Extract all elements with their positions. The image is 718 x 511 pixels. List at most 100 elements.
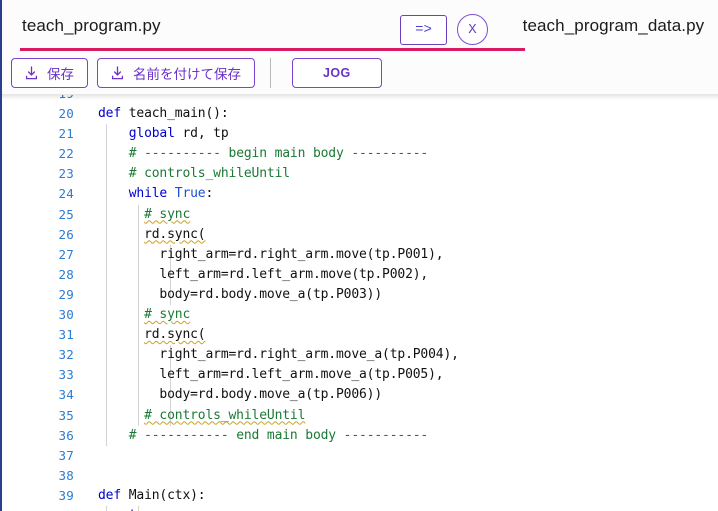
line-content: # controls_whileUntil: [98, 406, 305, 426]
line-number: 39: [58, 487, 74, 503]
code-line[interactable]: 21 global rd, tp: [2, 124, 718, 145]
code-token: while: [128, 186, 175, 202]
code-line[interactable]: 38: [2, 466, 718, 486]
line-number: 37: [58, 447, 74, 463]
code-line[interactable]: 32 right_arm=rd.right_arm.move_a(tp.P004…: [2, 345, 718, 366]
save-button[interactable]: 保存: [11, 57, 88, 88]
line-content: global rd, tp: [98, 124, 229, 144]
line-number: 22: [58, 146, 74, 162]
code-token: def: [98, 106, 129, 122]
code-token: right_arm=rd.right_arm.move_a(tp.P004),: [98, 347, 459, 363]
code-token: left_arm=rd.left_arm.move(tp.P002),: [98, 266, 429, 282]
code-editor-window: teach_program.py => X teach_program_data…: [0, 0, 718, 511]
code-token: body=rd.body.move_a(tp.P006)): [98, 387, 383, 403]
code-line[interactable]: 40 try:: [2, 505, 718, 511]
code-line[interactable]: 30 # sync: [2, 305, 718, 326]
code-token: # controls_whileUntil: [128, 166, 290, 182]
download-icon: [111, 65, 124, 80]
line-content: left_arm=rd.left_arm.move(tp.P002),: [98, 265, 428, 285]
code-token: True: [174, 186, 206, 202]
code-line[interactable]: 35 # controls_whileUntil: [2, 405, 718, 426]
line-number: 30: [58, 307, 74, 323]
code-line[interactable]: 24 while True:: [2, 184, 718, 205]
close-icon[interactable]: X: [457, 14, 488, 45]
line-content: body=rd.body.move_a(tp.P006)): [98, 385, 382, 405]
code-token: teach_main():: [128, 106, 229, 122]
code-token-warning: rd.sync(: [144, 226, 206, 242]
line-number: 23: [58, 166, 74, 182]
code-token-warning: # sync: [144, 307, 191, 323]
code-line[interactable]: 26 rd.sync(: [2, 224, 718, 245]
line-number: 36: [58, 427, 74, 443]
code-line[interactable]: 37: [2, 446, 718, 466]
code-line[interactable]: 27 right_arm=rd.right_arm.move(tp.P001),: [2, 244, 718, 265]
line-number: 35: [58, 407, 74, 423]
code-token-warning: rd.sync(: [144, 327, 206, 343]
line-content: # controls_whileUntil: [98, 164, 290, 184]
line-content: rd.sync(: [98, 325, 206, 345]
code-token: def: [98, 487, 129, 503]
code-token: # ----------- end main body -----------: [128, 427, 429, 443]
code-token: left_arm=rd.left_arm.move_a(tp.P005),: [98, 367, 444, 383]
code-line[interactable]: 29 body=rd.body.move_a(tp.P003)): [2, 284, 718, 306]
code-line[interactable]: 25 # sync: [2, 204, 718, 225]
download-icon: [25, 65, 38, 80]
line-number: 20: [58, 106, 74, 122]
line-content: left_arm=rd.left_arm.move_a(tp.P005),: [98, 365, 443, 385]
code-line[interactable]: 20 def teach_main():: [2, 104, 718, 124]
code-token: body=rd.body.move_a(tp.P003)): [98, 286, 383, 302]
line-number: 31: [58, 327, 74, 343]
line-number: 29: [58, 286, 74, 302]
active-tab-underline: [20, 48, 516, 51]
code-line[interactable]: 31 rd.sync(: [2, 325, 718, 346]
line-number: 40: [2, 506, 74, 511]
line-content: right_arm=rd.right_arm.move(tp.P001),: [98, 245, 443, 265]
save-as-button[interactable]: 名前を付けて保存: [97, 57, 255, 88]
jog-button-label: JOG: [323, 65, 351, 80]
run-arrow-button[interactable]: =>: [400, 14, 447, 45]
code-line[interactable]: 22 # ---------- begin main body --------…: [2, 144, 718, 165]
line-content: def teach_main():: [98, 104, 229, 124]
code-token-warning: # controls_whileUntil: [144, 407, 306, 423]
line-number: 24: [58, 186, 74, 202]
code-lines[interactable]: 1920def teach_main():21 global rd, tp22 …: [2, 95, 718, 511]
line-number: 28: [58, 266, 74, 282]
toolbar: 保存 名前を付けて保存 JOG: [2, 51, 718, 95]
code-line[interactable]: 33 left_arm=rd.left_arm.move_a(tp.P005),: [2, 365, 718, 386]
line-content: # sync: [98, 205, 190, 225]
code-token: rd, tp: [182, 126, 229, 142]
code-line[interactable]: 28 left_arm=rd.left_arm.move(tp.P002),: [2, 264, 718, 285]
line-number: 32: [58, 347, 74, 363]
code-line[interactable]: 39 def Main(ctx):: [2, 486, 718, 506]
line-number: 33: [58, 367, 74, 383]
code-line[interactable]: 23 # controls_whileUntil: [2, 164, 718, 185]
code-editor[interactable]: 1920def teach_main():21 global rd, tp22 …: [2, 95, 718, 511]
line-number: 38: [58, 467, 74, 483]
jog-button[interactable]: JOG: [292, 57, 382, 88]
tab-bar: teach_program.py => X teach_program_data…: [2, 0, 718, 51]
tab-underline-segment: [516, 48, 525, 51]
tab-teach-program-py[interactable]: teach_program.py: [22, 0, 161, 51]
line-content: rd.sync(: [98, 225, 206, 245]
editor-top-shadow: [2, 95, 718, 100]
line-number: 27: [58, 246, 74, 262]
code-line[interactable]: 36 # ----------- end main body ---------…: [2, 425, 718, 446]
code-token: # ---------- begin main body ----------: [128, 146, 429, 162]
line-content: right_arm=rd.right_arm.move_a(tp.P004),: [98, 345, 459, 365]
code-token: :: [205, 186, 214, 202]
line-number: 25: [58, 206, 74, 222]
line-number: 26: [58, 226, 74, 242]
save-as-button-label: 名前を付けて保存: [133, 66, 241, 82]
line-content: # ----------- end main body -----------: [98, 426, 429, 446]
line-content: while True:: [98, 184, 214, 204]
code-line[interactable]: 34 body=rd.body.move_a(tp.P006)): [2, 385, 718, 406]
tab-teach-program-data-py[interactable]: teach_program_data.py: [523, 0, 705, 51]
